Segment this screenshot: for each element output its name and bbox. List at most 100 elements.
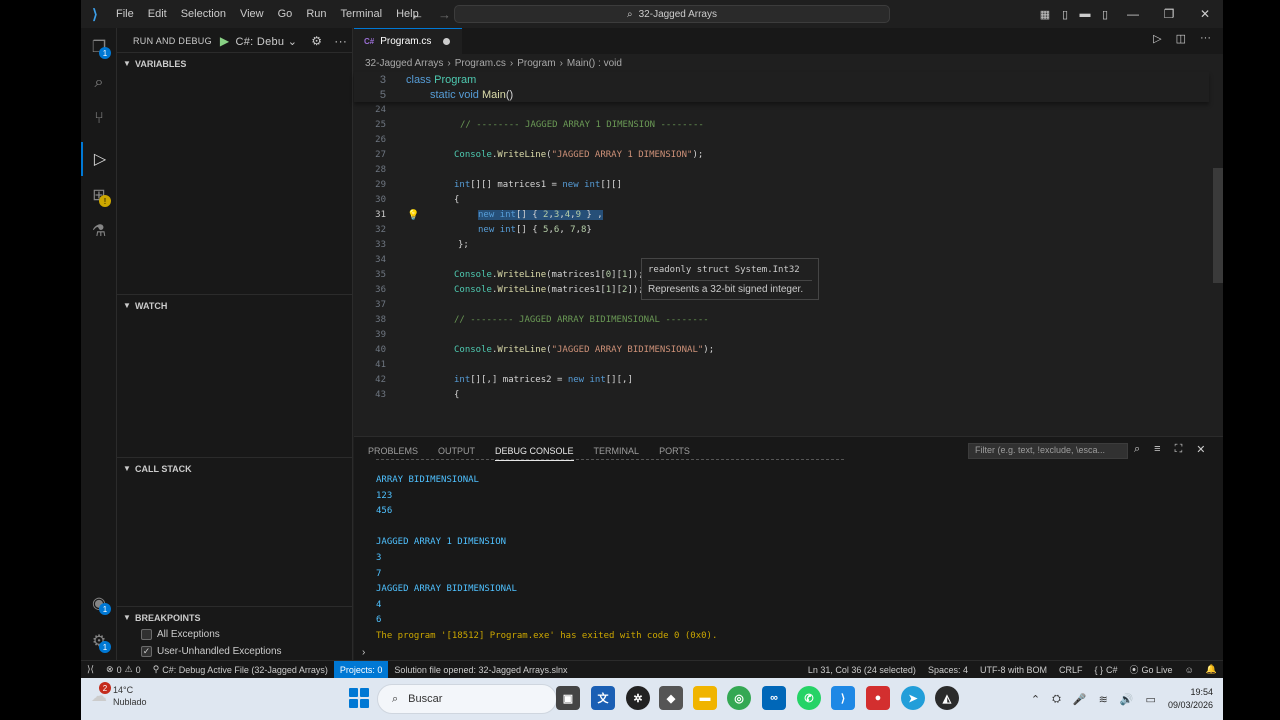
end-of-line[interactable]: CRLF [1053,665,1089,675]
file-explorer-icon[interactable]: ▬ [693,686,717,710]
debug-status[interactable]: ⚲ C#: Debug Active File (32-Jagged Arrays… [147,664,334,675]
whatsapp-icon[interactable]: ✆ [797,686,821,710]
activity-bar: ❐ 1 ⌕ ⑂ ▷ ⊞! ⚗ ◉ 1 ⚙ 1 [81,28,117,660]
console-filter-input[interactable]: Filter (e.g. text, !exclude, \esca... [968,443,1128,459]
code-view[interactable]: 22Console.WriteLine(); // espacio232425/… [354,72,1223,436]
tab-ports[interactable]: PORTS [659,446,690,456]
notifications-bell-icon[interactable]: 🔔 [1200,664,1223,675]
close-panel-icon[interactable]: ✕ [1196,443,1205,456]
chatgpt-icon[interactable]: ✲ [626,686,650,710]
menu-selection[interactable]: Selection [174,0,233,28]
variables-section-header[interactable]: ▼ VARIABLES [117,52,353,74]
chevron-up-icon[interactable]: ⌃ [1031,693,1040,706]
clear-console-icon[interactable]: ≡ [1154,443,1160,456]
forward-arrow-icon[interactable]: → [438,7,451,22]
toggle-sidebar-icon[interactable]: ▯ [1055,8,1075,21]
minimize-icon[interactable]: — [1115,7,1151,21]
sticky-line[interactable]: 3 class Program [354,72,1154,87]
problems-status[interactable]: ⊗ 0 ⚠ 0 [100,664,147,675]
call-stack-section-header[interactable]: ▼ CALL STACK [117,457,353,479]
language-app-icon[interactable]: 文 [591,686,615,710]
tab-problems[interactable]: PROBLEMS [368,446,418,456]
go-live-button[interactable]: ⦿ Go Live [1124,663,1179,676]
search-icon[interactable]: ⌕ [81,66,117,100]
start-debug-play-icon[interactable]: ▶ [220,34,230,48]
restore-icon[interactable]: ❐ [1151,7,1187,21]
breadcrumb-item[interactable]: Program.cs [455,58,506,69]
unsaved-dot-icon[interactable] [443,38,451,45]
taskbar-search[interactable]: ⌕ Buscar [377,684,557,714]
indentation[interactable]: Spaces: 4 [922,665,974,675]
windows-start-icon[interactable] [349,688,369,708]
wifi-icon[interactable]: ≋ [1099,693,1108,706]
telegram-icon[interactable]: ➤ [901,686,925,710]
weather-widget[interactable]: ☁ 2 14°C Nublado [91,682,147,708]
vscode-taskbar-icon[interactable]: ⟩ [831,686,855,710]
cursor-position[interactable]: Ln 31, Col 36 (24 selected) [802,665,922,675]
code-text: { [454,194,460,205]
breadcrumb: 32-Jagged Arrays › Program.cs › Program › Main… [354,54,1223,72]
toggle-panel-icon[interactable]: ▬ [1075,8,1095,20]
menu-go[interactable]: Go [271,0,300,28]
tab-output[interactable]: OUTPUT [438,446,475,456]
breadcrumb-item[interactable]: Program [517,58,555,69]
close-icon[interactable]: ✕ [1187,7,1223,21]
remote-icon[interactable]: ⟩⟨ [81,664,100,675]
explorer-icon[interactable]: ❐ 1 [81,30,117,64]
command-center-search[interactable]: ⌕ 32-Jagged Arrays [454,5,890,23]
chrome-icon[interactable]: ◎ [727,686,751,710]
tab-terminal[interactable]: TERMINAL [594,446,640,456]
console-prompt-icon[interactable]: › [362,647,365,658]
network-app-icon[interactable]: ⛭ [1052,693,1061,706]
run-play-icon[interactable]: ▷ [1153,32,1161,45]
checkbox-unchecked[interactable] [141,629,152,640]
watch-section-header[interactable]: ▼ WATCH [117,294,353,316]
gear-icon[interactable]: ⚙ [311,34,322,48]
encoding[interactable]: UTF-8 with BOM [974,665,1053,675]
language-mode[interactable]: { } C# [1089,665,1124,675]
copilot-icon[interactable]: ☺ [1179,665,1200,675]
recording-app-icon[interactable]: ● [866,686,890,710]
breakpoints-section-header[interactable]: ▼ BREAKPOINTS [117,606,353,628]
checkbox-checked[interactable]: ✓ [141,646,152,657]
toggle-secondary-sidebar-icon[interactable]: ▯ [1095,8,1115,21]
volume-icon[interactable]: 🔊 [1120,693,1134,706]
more-actions-icon[interactable]: ··· [334,34,347,48]
breadcrumb-item[interactable]: 32-Jagged Arrays [365,58,443,69]
testing-icon[interactable]: ⚗ [81,214,117,248]
back-arrow-icon[interactable]: ← [411,7,424,22]
layout-icon[interactable]: ▦ [1035,8,1055,21]
clock[interactable]: 19:54 09/03/2026 [1168,686,1213,712]
task-view-icon[interactable]: ▣ [556,686,580,710]
tab-program-cs[interactable]: C# Program.cs [354,28,463,54]
breadcrumb-item[interactable]: Main() : void [567,58,622,69]
search-icon[interactable]: ⌕ [1134,443,1140,456]
unity-app-icon[interactable]: ◭ [935,686,959,710]
breakpoint-all-exceptions[interactable]: All Exceptions [141,626,220,643]
solution-status[interactable]: Solution file opened: 32-Jagged Arrays.s… [388,665,573,675]
lightbulb-icon[interactable]: 💡 [407,210,419,221]
menu-edit[interactable]: Edit [141,0,174,28]
temperature: 14°C [113,685,134,695]
debug-config-select[interactable]: C#: Debu ⌄ [235,35,297,48]
more-actions-icon[interactable]: ··· [1200,32,1211,45]
manage-gear-icon[interactable]: ⚙ 1 [81,624,117,658]
menu-terminal[interactable]: Terminal [334,0,390,28]
split-editor-icon[interactable]: ◫ [1176,32,1186,45]
maximize-panel-icon[interactable]: ⛶ [1175,443,1183,456]
menu-view[interactable]: View [233,0,271,28]
editor-scrollbar[interactable] [1213,168,1223,283]
sticky-line[interactable]: 5 static void Main() [354,87,1154,102]
menu-file[interactable]: File [109,0,141,28]
menu-run[interactable]: Run [299,0,333,28]
microphone-icon[interactable]: 🎤 [1073,693,1087,706]
battery-icon[interactable]: ▭ [1146,693,1156,706]
projects-status[interactable]: Projects: 0 [333,661,389,678]
accounts-icon[interactable]: ◉ 1 [81,586,117,620]
breakpoint-user-unhandled[interactable]: ✓ User-Unhandled Exceptions [141,643,282,660]
app-cube-icon[interactable]: ◆ [659,686,683,710]
run-debug-icon[interactable]: ▷ [81,142,117,176]
extensions-icon[interactable]: ⊞! [81,178,117,212]
source-control-icon[interactable]: ⑂ [81,102,117,136]
visual-studio-icon[interactable]: ∞ [762,686,786,710]
